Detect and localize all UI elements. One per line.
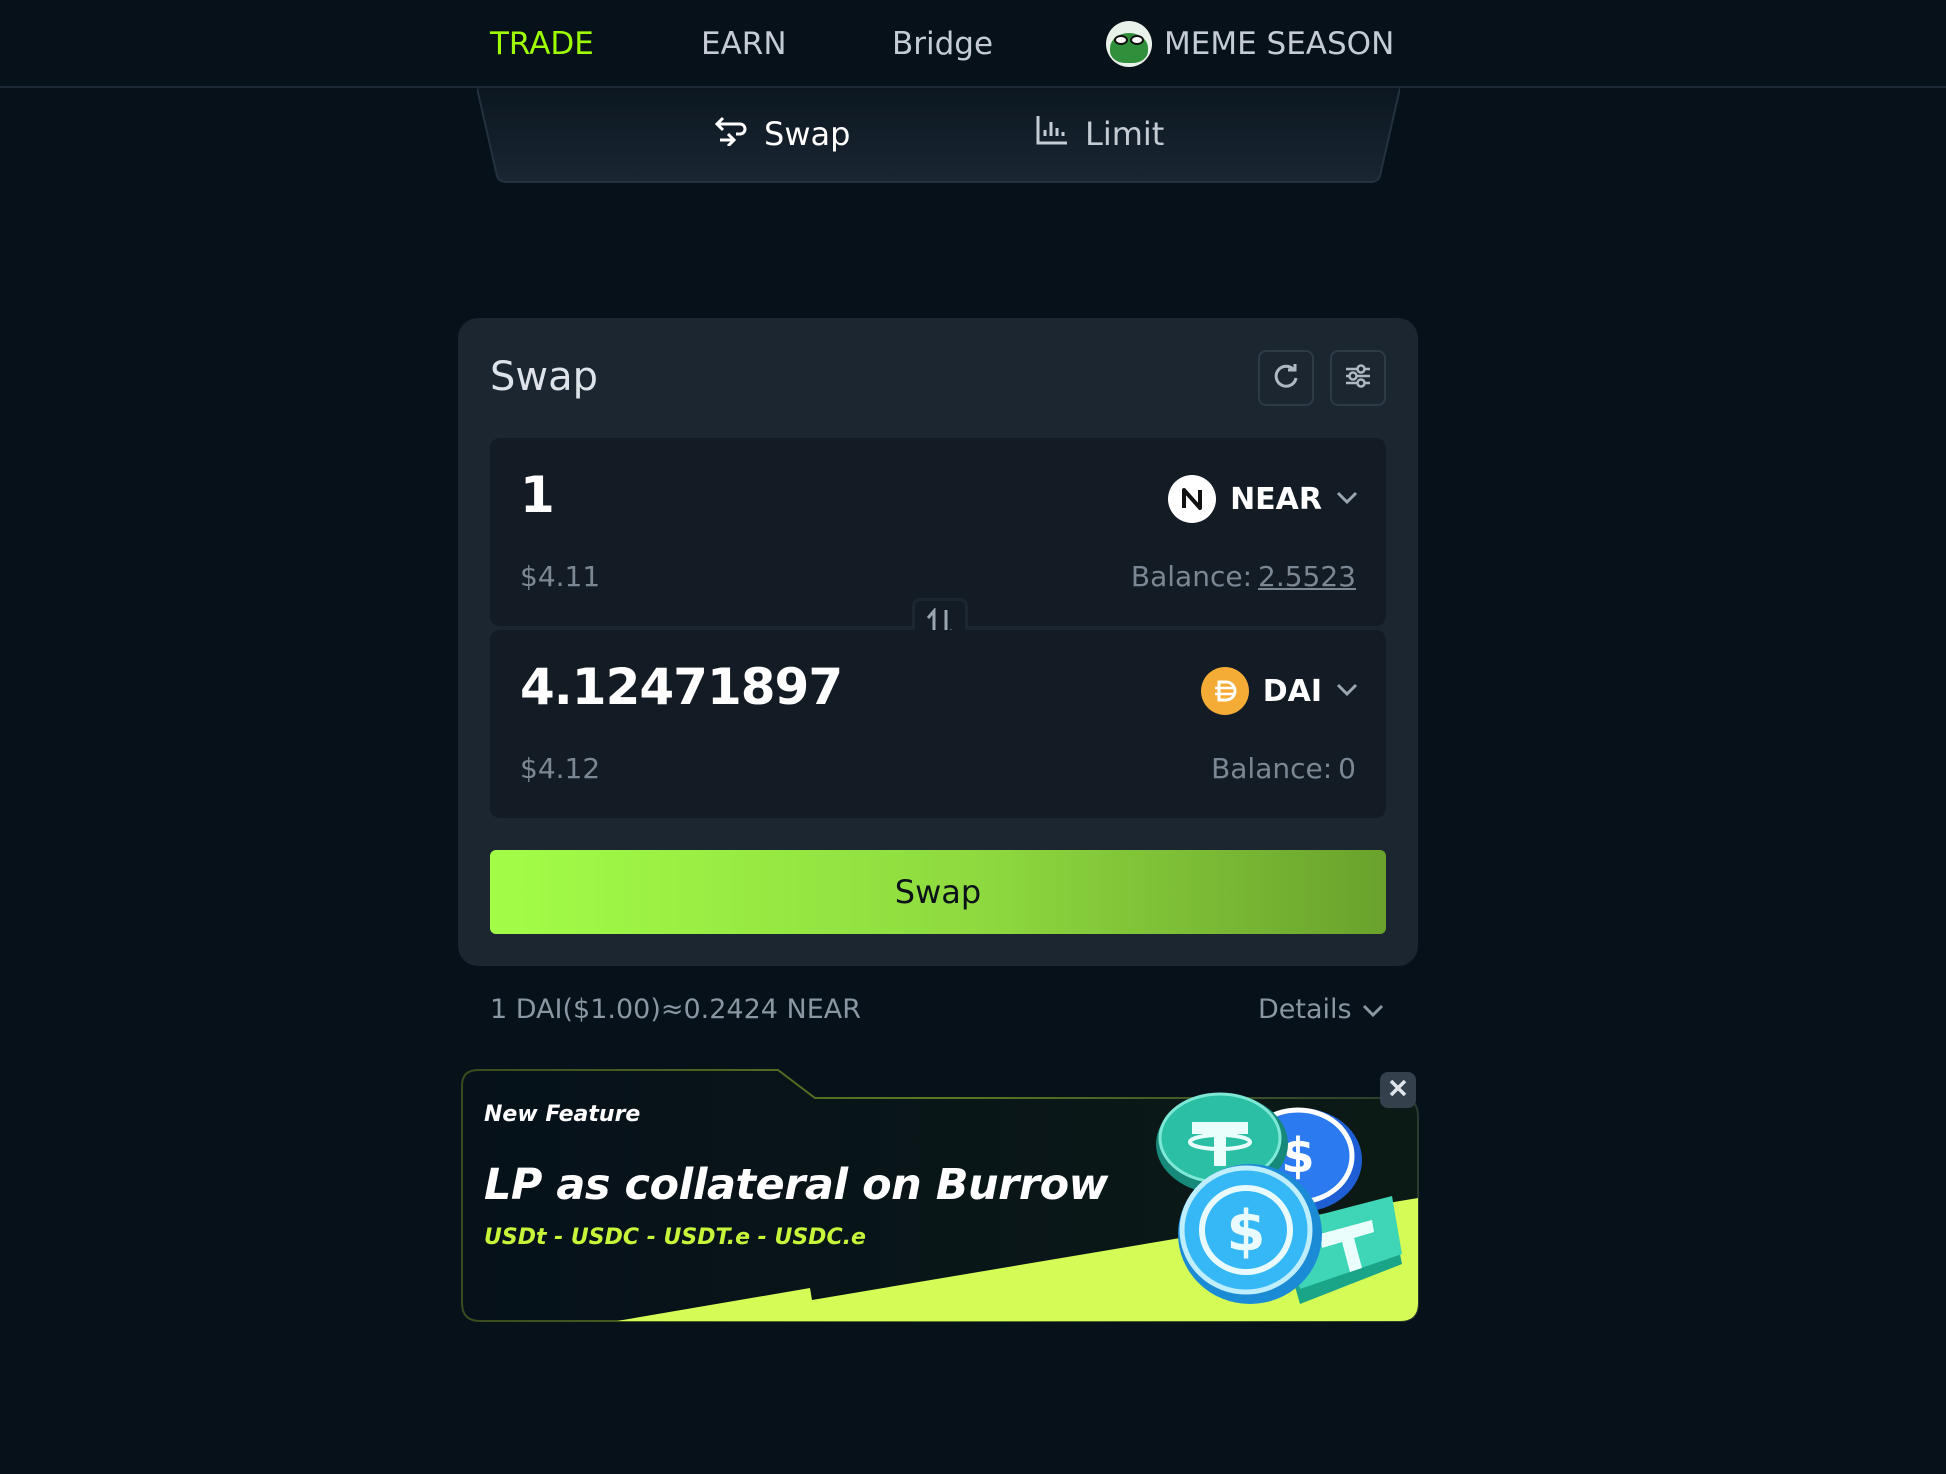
dai-logo-icon <box>1200 667 1249 715</box>
near-logo-icon <box>1168 475 1217 523</box>
swap-arrows-icon <box>712 114 748 154</box>
nav-earn-label: EARN <box>701 26 787 62</box>
refresh-button[interactable] <box>1258 350 1314 406</box>
sliders-icon <box>1344 362 1372 394</box>
tab-limit[interactable]: Limit <box>1035 112 1164 156</box>
nav-trade-label: TRADE <box>490 26 594 62</box>
tab-swap-label: Swap <box>764 115 851 153</box>
frog-icon <box>1106 21 1152 67</box>
banner-tag: New Feature <box>484 1102 641 1127</box>
tab-swap[interactable]: Swap <box>712 112 850 156</box>
swap-card: Swap 1 NEAR $4.11 Balance: 2.5523 4.1247… <box>458 318 1418 966</box>
details-toggle[interactable]: Details <box>1258 994 1384 1025</box>
banner-headline: LP as collateral on Burrow <box>484 1160 1108 1210</box>
stablecoins-illustration-icon: $ $ <box>1156 1092 1402 1304</box>
from-usd-value: $4.11 <box>520 560 601 593</box>
chart-icon <box>1035 114 1069 154</box>
nav-bridge-label: Bridge <box>892 26 994 62</box>
to-amount-output[interactable]: 4.12471897 <box>520 658 843 716</box>
banner-subtitle: USDt - USDC - USDT.e - USDC.e <box>484 1225 866 1250</box>
top-nav: TRADE EARN Bridge MEME SEASON <box>0 0 1946 88</box>
svg-text:$: $ <box>1227 1199 1266 1264</box>
nav-trade[interactable]: TRADE <box>490 22 594 66</box>
chevron-down-icon <box>1336 490 1358 509</box>
details-label: Details <box>1258 994 1352 1025</box>
to-token-box: 4.12471897 DAI $4.12 Balance: 0 <box>490 630 1386 818</box>
to-token-symbol: DAI <box>1262 673 1322 709</box>
card-title: Swap <box>490 354 599 400</box>
to-balance-value: 0 <box>1338 752 1356 785</box>
to-balance-label: Balance: <box>1211 752 1333 785</box>
from-balance-value[interactable]: 2.5523 <box>1258 560 1356 593</box>
nav-meme-season[interactable]: MEME SEASON <box>1106 21 1395 67</box>
from-balance: Balance: 2.5523 <box>1131 560 1356 593</box>
to-balance: Balance: 0 <box>1211 752 1356 785</box>
exchange-rate: 1 DAI($1.00)≈0.2424 NEAR <box>490 994 862 1025</box>
nav-earn[interactable]: EARN <box>701 22 787 66</box>
from-token-selector[interactable]: NEAR <box>1168 474 1358 524</box>
nav-meme-season-label: MEME SEASON <box>1164 26 1395 62</box>
refresh-icon <box>1272 362 1300 394</box>
promo-banner[interactable]: New Feature LP as collateral on Burrow U… <box>460 1068 1420 1323</box>
trade-subtabs: Swap Limit <box>477 88 1400 183</box>
swap-button[interactable]: Swap <box>490 850 1386 934</box>
subtabs-background <box>477 88 1400 183</box>
tab-limit-label: Limit <box>1085 115 1165 153</box>
chevron-down-icon <box>1362 994 1384 1025</box>
settings-button[interactable] <box>1330 350 1386 406</box>
from-amount-input[interactable]: 1 <box>520 466 555 524</box>
to-token-selector[interactable]: DAI <box>1200 666 1358 716</box>
nav-bridge[interactable]: Bridge <box>892 22 993 66</box>
from-balance-label: Balance: <box>1130 560 1253 593</box>
close-icon <box>1387 1077 1409 1103</box>
chevron-down-icon <box>1336 682 1358 701</box>
banner-close-button[interactable] <box>1380 1072 1416 1108</box>
to-usd-value: $4.12 <box>520 752 601 785</box>
from-token-symbol: NEAR <box>1230 481 1322 517</box>
